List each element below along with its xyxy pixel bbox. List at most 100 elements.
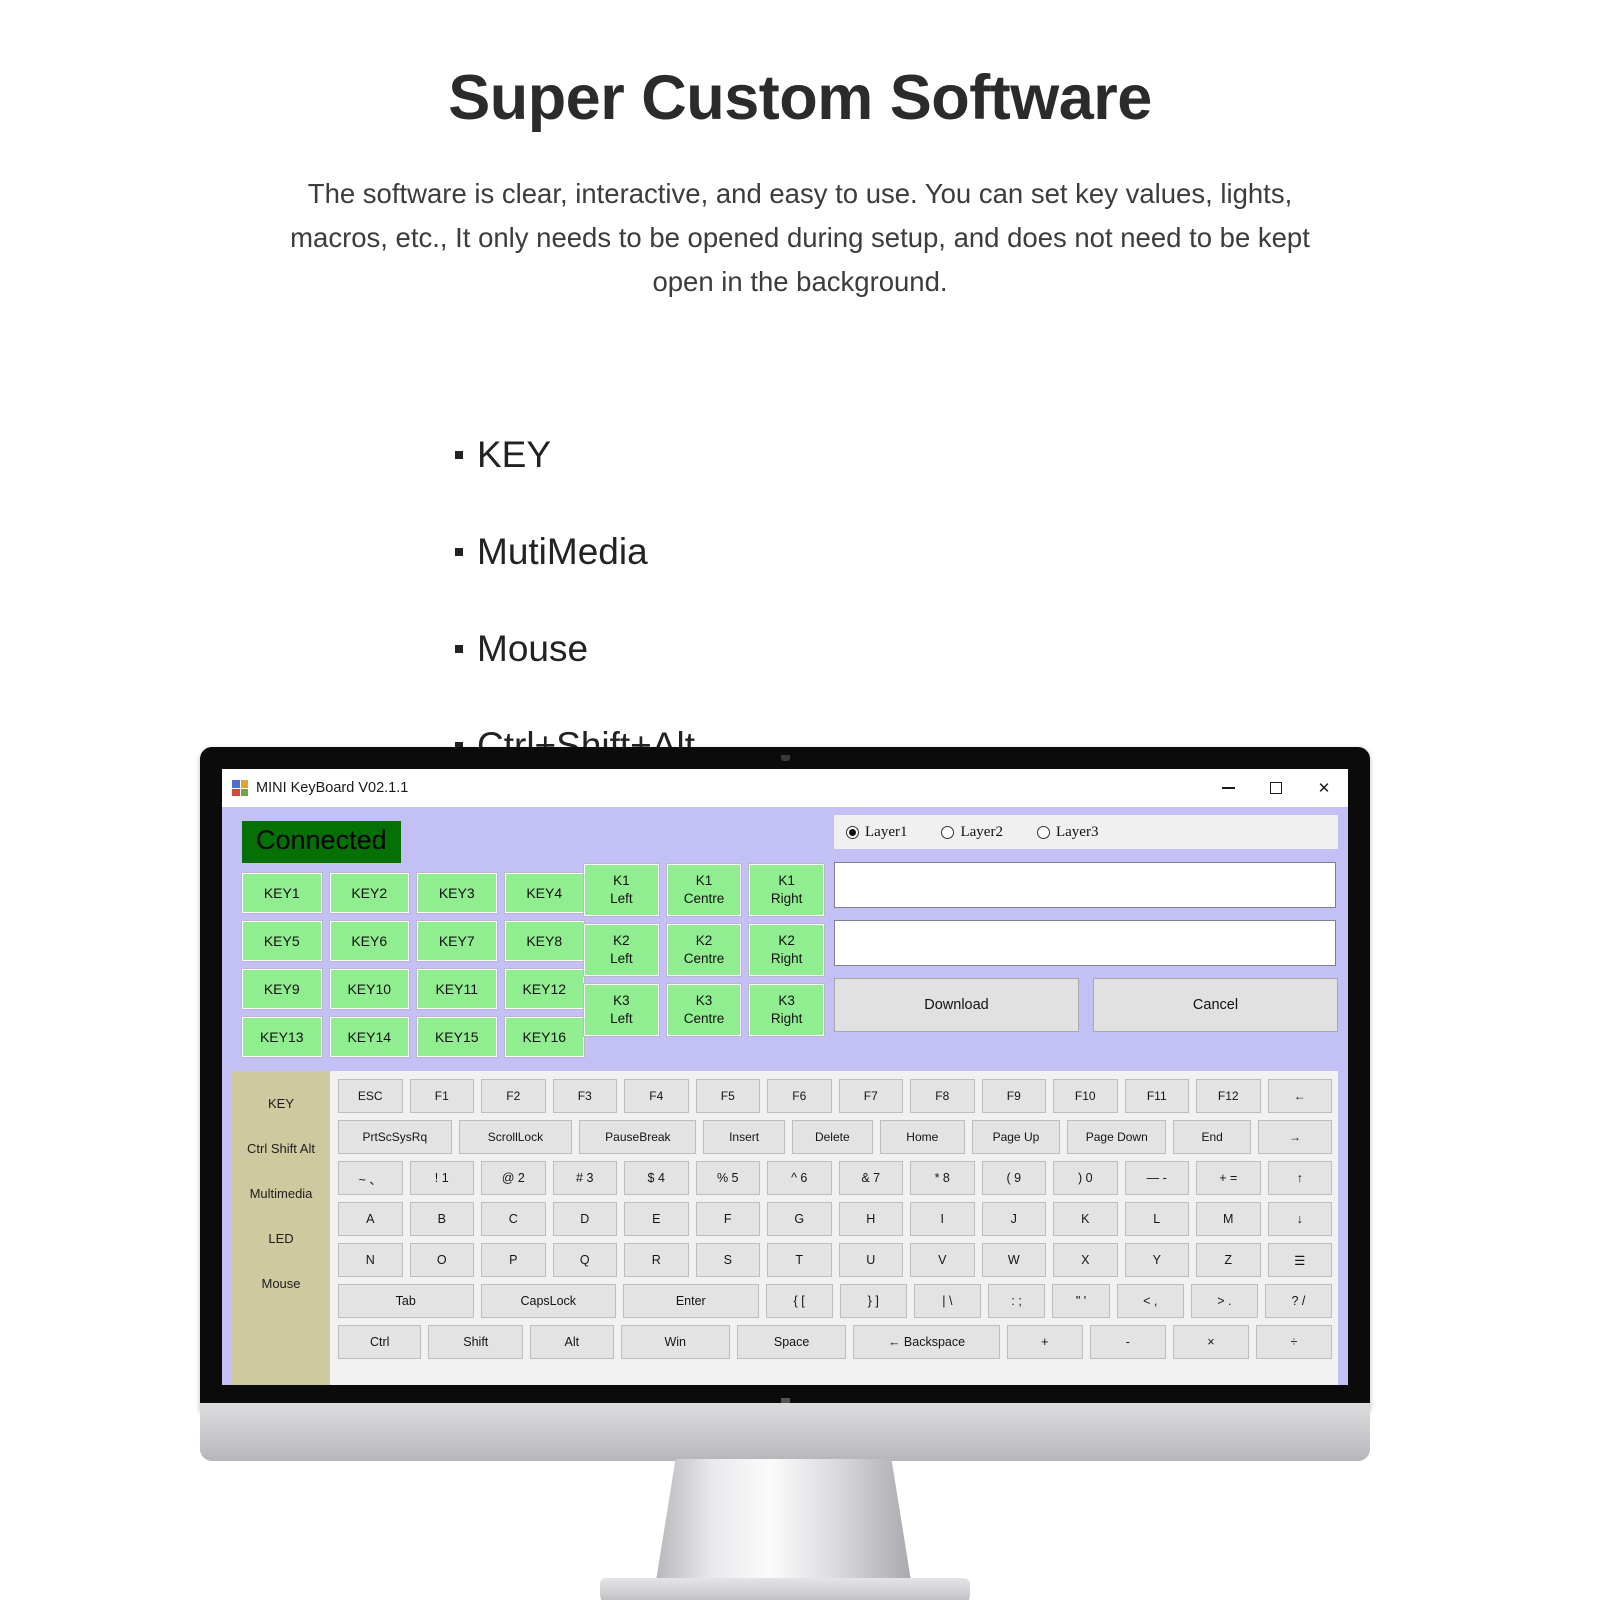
keyboard-key[interactable]: + — [1006, 1325, 1083, 1359]
macro-key-button[interactable]: KEY16 — [503, 1016, 585, 1058]
keyboard-key[interactable]: U — [838, 1243, 903, 1277]
macro-key-button[interactable]: KEY6 — [328, 920, 410, 962]
keyboard-key[interactable]: D — [552, 1202, 617, 1236]
keyboard-key[interactable]: ESC — [338, 1079, 403, 1113]
keyboard-key[interactable]: ☰ — [1267, 1243, 1332, 1277]
knob-key-button[interactable]: K2 Right — [748, 923, 825, 977]
keyboard-key[interactable]: } ] — [839, 1284, 907, 1318]
keyboard-key[interactable]: × — [1172, 1325, 1249, 1359]
keyboard-key[interactable]: K — [1053, 1202, 1118, 1236]
keyboard-key[interactable]: P — [481, 1243, 546, 1277]
keyboard-key[interactable]: + = — [1196, 1161, 1261, 1195]
keyboard-key[interactable]: " ' — [1052, 1284, 1110, 1318]
keyboard-key[interactable]: Insert — [703, 1120, 785, 1154]
keyboard-key[interactable]: G — [767, 1202, 832, 1236]
keyboard-key[interactable]: Ctrl — [338, 1325, 422, 1359]
keyboard-key[interactable]: @ 2 — [481, 1161, 546, 1195]
keyboard-key[interactable]: I — [910, 1202, 975, 1236]
keyboard-key[interactable]: ↑ — [1267, 1161, 1332, 1195]
keyboard-key[interactable]: Shift — [428, 1325, 524, 1359]
keyboard-key[interactable]: F3 — [552, 1079, 617, 1113]
keyboard-key[interactable]: W — [981, 1243, 1046, 1277]
keyboard-key[interactable]: O — [409, 1243, 474, 1277]
keyboard-key[interactable]: * 8 — [910, 1161, 975, 1195]
keyboard-key[interactable]: F2 — [481, 1079, 546, 1113]
knob-key-button[interactable]: K3 Left — [583, 983, 660, 1037]
close-button[interactable]: ✕ — [1300, 769, 1348, 807]
keyboard-key[interactable]: Page Up — [971, 1120, 1061, 1154]
keyboard-key[interactable]: : ; — [987, 1284, 1046, 1318]
keyboard-key[interactable]: F11 — [1124, 1079, 1189, 1113]
macro-key-button[interactable]: KEY9 — [241, 968, 323, 1010]
macro-key-button[interactable]: KEY14 — [328, 1016, 410, 1058]
keyboard-key[interactable]: E — [624, 1202, 689, 1236]
keyboard-key[interactable]: Q — [552, 1243, 617, 1277]
keyboard-key[interactable]: ← Backspace — [853, 1325, 1000, 1359]
keyboard-key[interactable]: ! 1 — [409, 1161, 474, 1195]
download-button[interactable]: Download — [834, 978, 1079, 1032]
keyboard-key[interactable]: J — [981, 1202, 1046, 1236]
keyboard-key[interactable]: ~ 、 — [338, 1161, 403, 1195]
keyboard-key[interactable]: M — [1196, 1202, 1261, 1236]
keyboard-key[interactable]: > . — [1190, 1284, 1258, 1318]
keyboard-key[interactable]: ÷ — [1255, 1325, 1332, 1359]
knob-key-button[interactable]: K1 Centre — [665, 863, 743, 917]
keyboard-key[interactable]: ( 9 — [981, 1161, 1046, 1195]
keyboard-key[interactable]: Y — [1124, 1243, 1189, 1277]
keyboard-key[interactable]: R — [624, 1243, 689, 1277]
keyboard-key[interactable]: F — [695, 1202, 760, 1236]
keyboard-key[interactable]: F1 — [409, 1079, 474, 1113]
knob-key-button[interactable]: K3 Centre — [665, 983, 743, 1037]
keyboard-key[interactable]: - — [1089, 1325, 1166, 1359]
keyboard-key[interactable]: ? / — [1264, 1284, 1333, 1318]
maximize-button[interactable] — [1252, 769, 1300, 807]
sidebar-item-ctrl-shift-alt[interactable]: Ctrl Shift Alt — [232, 1126, 330, 1171]
keyboard-key[interactable]: C — [481, 1202, 546, 1236]
keyboard-key[interactable]: A — [338, 1202, 403, 1236]
knob-key-button[interactable]: K3 Right — [748, 983, 825, 1037]
keyboard-key[interactable]: F5 — [695, 1079, 760, 1113]
keyboard-key[interactable]: CapsLock — [480, 1284, 617, 1318]
macro-key-button[interactable]: KEY2 — [328, 872, 410, 914]
macro-key-button[interactable]: KEY15 — [416, 1016, 498, 1058]
keyboard-key[interactable]: Win — [620, 1325, 730, 1359]
keyboard-key[interactable]: % 5 — [695, 1161, 760, 1195]
keyboard-key[interactable]: Home — [879, 1120, 965, 1154]
keyboard-key[interactable]: S — [695, 1243, 760, 1277]
sidebar-item-key[interactable]: KEY — [232, 1081, 330, 1126]
keyboard-key[interactable]: PauseBreak — [579, 1120, 697, 1154]
layer-radio-2[interactable]: Layer2 — [941, 824, 1003, 841]
keyboard-key[interactable]: | \ — [913, 1284, 981, 1318]
keyboard-key[interactable]: → — [1257, 1120, 1332, 1154]
keyboard-key[interactable]: PrtScSysRq — [338, 1120, 452, 1154]
macro-value-input[interactable] — [834, 920, 1336, 966]
keyboard-key[interactable]: H — [838, 1202, 903, 1236]
keyboard-key[interactable]: Tab — [338, 1284, 474, 1318]
keyboard-key[interactable]: # 3 — [552, 1161, 617, 1195]
macro-key-button[interactable]: KEY1 — [241, 872, 323, 914]
macro-key-button[interactable]: KEY4 — [503, 872, 585, 914]
keyboard-key[interactable]: F4 — [624, 1079, 689, 1113]
keyboard-key[interactable]: ScrollLock — [458, 1120, 573, 1154]
layer-radio-3[interactable]: Layer3 — [1036, 824, 1098, 841]
cancel-button[interactable]: Cancel — [1093, 978, 1338, 1032]
keyboard-key[interactable]: F12 — [1196, 1079, 1261, 1113]
knob-key-button[interactable]: K1 Left — [583, 863, 660, 917]
keyboard-key[interactable]: $ 4 — [624, 1161, 689, 1195]
sidebar-item-mouse[interactable]: Mouse — [232, 1261, 330, 1306]
keyboard-key[interactable]: V — [910, 1243, 975, 1277]
macro-key-button[interactable]: KEY3 — [416, 872, 498, 914]
macro-key-button[interactable]: KEY12 — [503, 968, 585, 1010]
keyboard-key[interactable]: ^ 6 — [767, 1161, 832, 1195]
key-value-input[interactable] — [834, 862, 1336, 908]
keyboard-key[interactable]: Space — [736, 1325, 847, 1359]
macro-key-button[interactable]: KEY11 — [416, 968, 498, 1010]
keyboard-key[interactable]: & 7 — [838, 1161, 903, 1195]
keyboard-key[interactable]: < , — [1116, 1284, 1184, 1318]
sidebar-item-led[interactable]: LED — [232, 1216, 330, 1261]
macro-key-button[interactable]: KEY13 — [241, 1016, 323, 1058]
keyboard-key[interactable]: L — [1124, 1202, 1189, 1236]
keyboard-key[interactable]: F9 — [981, 1079, 1046, 1113]
macro-key-button[interactable]: KEY5 — [241, 920, 323, 962]
macro-key-button[interactable]: KEY10 — [328, 968, 410, 1010]
